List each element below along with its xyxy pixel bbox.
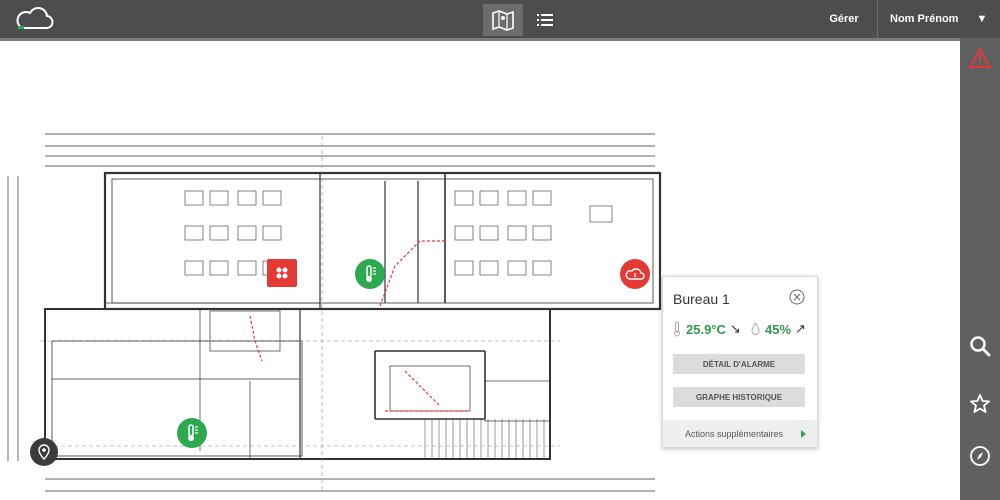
more-actions-label: Actions supplémentaires — [685, 428, 784, 439]
chevron-right-icon — [801, 430, 806, 438]
search-icon — [970, 336, 991, 357]
popup-title: Bureau 1 — [673, 291, 730, 307]
menu-divider — [877, 0, 878, 38]
history-graph-button[interactable]: Graphe historique — [673, 387, 805, 407]
temperature-value: 25.9°C — [686, 321, 726, 337]
temperature-reading: 25.9°C ↘ — [673, 321, 741, 337]
top-bar: Gérer Nom Prénom ▼ — [0, 0, 1000, 38]
smoke-detector-icon — [276, 267, 288, 279]
thermometer-icon — [188, 424, 198, 441]
close-icon[interactable] — [789, 289, 805, 305]
cloud-icon[interactable] — [14, 4, 54, 32]
water-drop-icon — [751, 322, 760, 335]
thermometer-icon — [674, 321, 680, 337]
navigate-button[interactable] — [960, 436, 1000, 476]
compass-icon — [970, 446, 990, 466]
more-actions-link[interactable]: Actions supplémentaires — [663, 420, 817, 447]
favorites-button[interactable] — [960, 384, 1000, 424]
map-view-button[interactable] — [483, 4, 523, 36]
temperature-sensor-marker[interactable] — [355, 259, 385, 289]
humidity-value: 45% — [765, 321, 792, 337]
humidity-trend-icon: ↗ — [795, 321, 806, 336]
caret-down-icon: ▼ — [976, 13, 988, 25]
temperature-sensor-marker[interactable] — [177, 418, 207, 448]
humidity-reading: 45% ↗ — [751, 321, 806, 337]
temperature-trend-icon: ↘ — [729, 321, 741, 336]
search-button[interactable] — [960, 326, 1000, 366]
star-icon — [970, 394, 990, 413]
warning-button[interactable] — [960, 38, 1000, 78]
cloud-alarm-icon — [625, 268, 645, 280]
sensor-info-popup: Bureau 1 25.9°C ↘ 45% ↗ Détail d'alarme … — [662, 276, 818, 448]
map-pin-icon — [38, 444, 50, 460]
warning-icon — [969, 48, 991, 68]
list-icon — [537, 14, 553, 26]
alarm-sensor-box[interactable] — [267, 259, 297, 287]
location-pin-button[interactable] — [30, 438, 58, 466]
right-sidebar — [960, 38, 1000, 500]
list-view-button[interactable] — [525, 4, 565, 36]
alarm-detail-button[interactable]: Détail d'alarme — [673, 354, 805, 374]
alarm-sensor-marker[interactable] — [620, 259, 650, 289]
thermometer-icon — [366, 265, 376, 282]
manage-menu[interactable]: Gérer — [818, 0, 870, 38]
user-menu[interactable]: Nom Prénom ▼ — [890, 0, 990, 38]
map-icon — [492, 10, 514, 31]
user-name: Nom Prénom — [890, 13, 959, 25]
